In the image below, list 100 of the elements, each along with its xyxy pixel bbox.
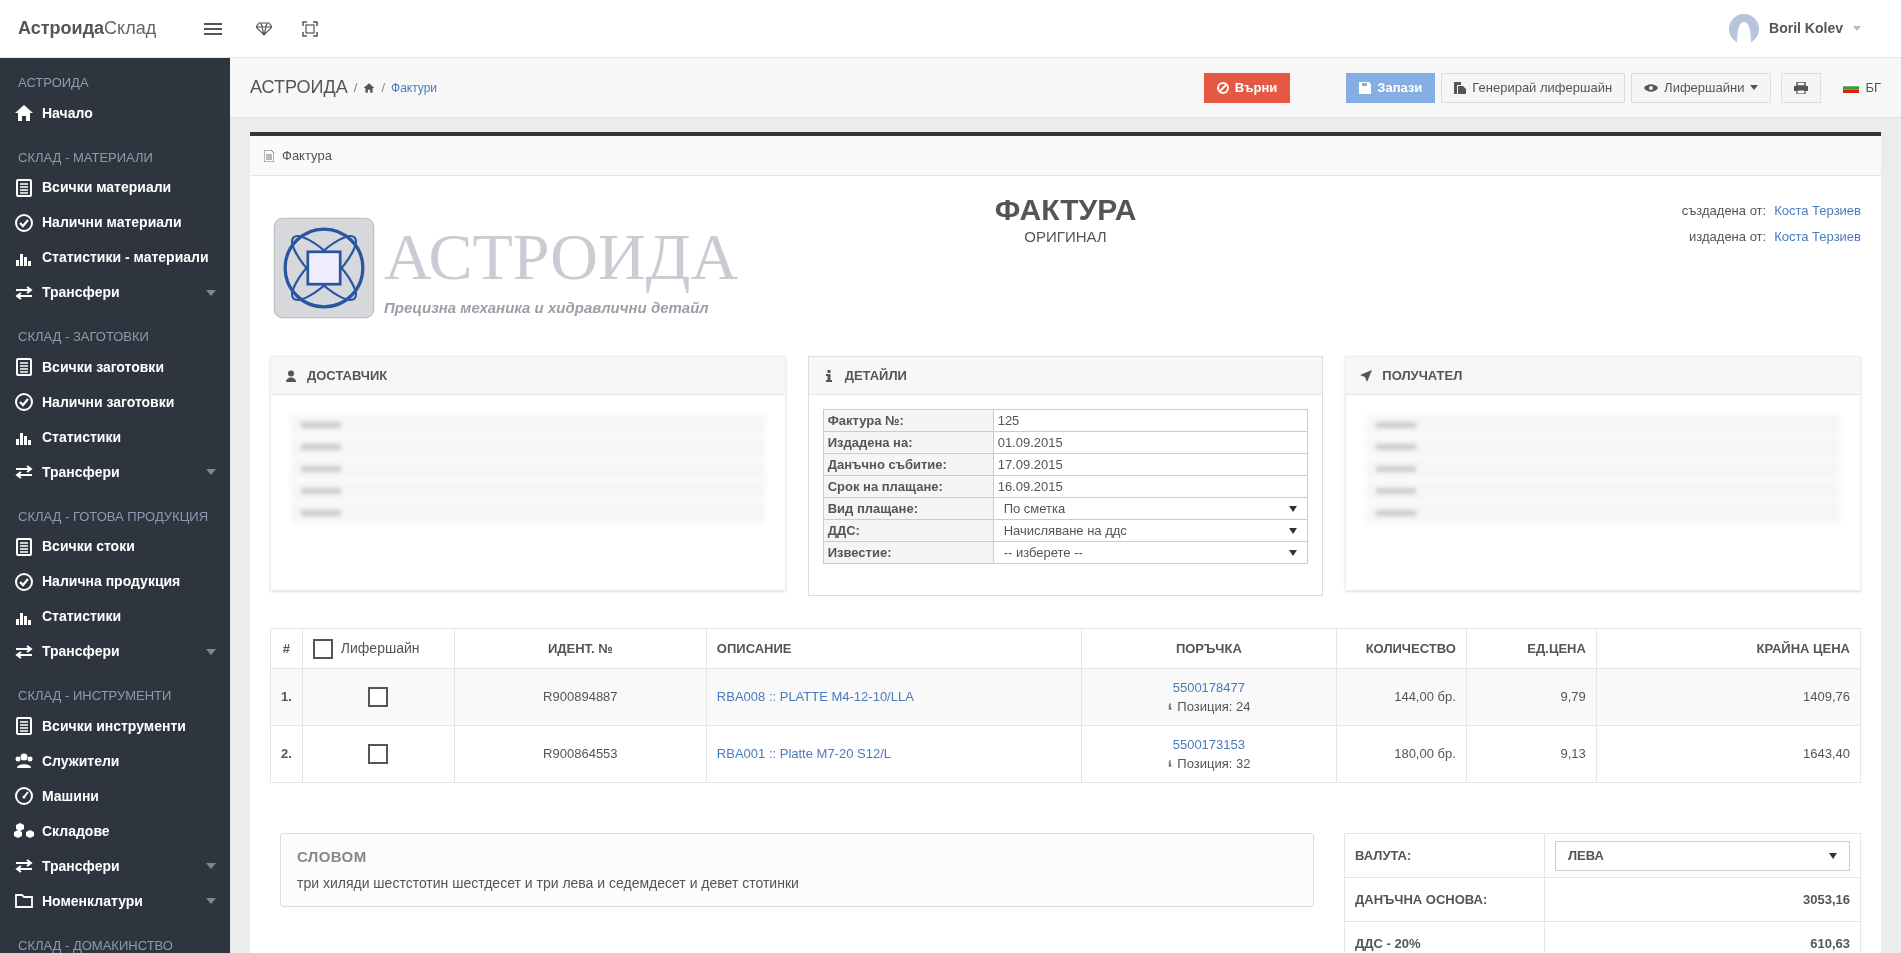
- table-cell: 9,79: [1560, 689, 1586, 705]
- toolbar-button[interactable]: Върни: [1203, 72, 1291, 103]
- sidebar-item[interactable]: Трансфери: [0, 634, 230, 669]
- position-text: Позиция: 32: [1177, 755, 1251, 773]
- sidebar-item[interactable]: Трансфери: [0, 454, 230, 490]
- field-label: ДДС:: [823, 519, 994, 542]
- diamond-icon: [256, 21, 272, 36]
- column-header: Лифершайн: [340, 639, 420, 658]
- gauge-icon: [14, 786, 34, 806]
- panel-title: ДЕТАЙЛИ: [844, 366, 907, 385]
- user-menu[interactable]: Boril Kolev: [1729, 13, 1861, 44]
- column-header: ЕД.ЦЕНА: [1527, 640, 1586, 656]
- row-number: 2.: [281, 746, 292, 762]
- brand-logo[interactable]: АстроидаСклад: [18, 15, 157, 42]
- document-stack-icon: [14, 716, 34, 736]
- toolbar-button[interactable]: Генерирай лифершайн: [1441, 72, 1626, 103]
- check-circle-icon: [14, 392, 34, 412]
- breadcrumb-link[interactable]: АСТРОИДА: [250, 74, 348, 101]
- sidebar-item[interactable]: Налична продукция: [0, 564, 230, 599]
- column-header: КРАЙНА ЦЕНА: [1756, 640, 1850, 656]
- home-icon: [14, 103, 34, 123]
- language-selector[interactable]: БГ: [1843, 77, 1881, 98]
- sidebar-item[interactable]: Всички заготовки: [0, 349, 230, 385]
- field-value: 01.09.2015: [996, 433, 1064, 452]
- sidebar-section-title: СКЛАД - ДОМАКИНСТВО: [17, 936, 174, 953]
- sidebar-item[interactable]: Номенклатури: [0, 883, 230, 919]
- sidebar-item[interactable]: Всички материали: [0, 170, 230, 205]
- card-title: Фактура: [282, 146, 332, 165]
- check-circle-icon: [14, 212, 34, 233]
- field-value: 17.09.2015: [996, 455, 1064, 474]
- panel-title: ПОЛУЧАТЕЛ: [1382, 366, 1463, 385]
- checkbox[interactable]: [368, 687, 389, 708]
- item-link[interactable]: RBA001 :: Platte M7-20 S12/L: [716, 746, 891, 762]
- table-cell: 144,00 бр.: [1394, 689, 1456, 705]
- avatar-icon: [1729, 13, 1760, 44]
- user-link[interactable]: Коста Терзиев: [1774, 226, 1861, 246]
- table-cell: 9,13: [1560, 746, 1586, 762]
- toolbar-button[interactable]: Лифершайни: [1631, 72, 1772, 103]
- info-icon: [1167, 758, 1174, 770]
- table-cell: R900894887: [543, 689, 618, 705]
- sidebar-item[interactable]: Трансфери: [0, 275, 230, 310]
- document-stack-icon: [14, 177, 34, 198]
- item-link[interactable]: RBA008 :: PLATTE M4-12-10/LLA: [716, 689, 914, 705]
- sidebar-section-title: СКЛАД - МАТЕРИАЛИ: [17, 148, 154, 167]
- field-label: Издадена на:: [823, 431, 994, 454]
- sidebar-item[interactable]: Статистики: [0, 419, 230, 455]
- print-button[interactable]: [1781, 72, 1822, 103]
- column-header: ОПИСАНИЕ: [716, 640, 792, 656]
- field-value: 125: [996, 411, 1021, 430]
- amount-in-words: три хиляди шестстотин шестдесет и три лева и седемдесет и девет стотинки: [297, 873, 800, 893]
- user-link[interactable]: Коста Терзиев: [1774, 201, 1861, 221]
- invoice-subtitle: ОРИГИНАЛ: [1024, 227, 1107, 247]
- totals-value: 3053,16: [1803, 891, 1850, 907]
- field-label: Данъчно събитие:: [823, 453, 994, 476]
- column-header: ПОРЪЧКА: [1175, 640, 1242, 656]
- sidebar-item[interactable]: Машини: [0, 778, 230, 814]
- sidebar-item[interactable]: Начало: [0, 95, 230, 131]
- sidebar-item[interactable]: Трансфери: [0, 848, 230, 884]
- sidebar-item[interactable]: Всички стоки: [0, 529, 230, 564]
- document-stack-icon: [14, 536, 34, 557]
- sidebar-item[interactable]: Налични заготовки: [0, 384, 230, 420]
- sidebar-item[interactable]: Складове: [0, 813, 230, 849]
- sidebar-item[interactable]: Статистики - материали: [0, 240, 230, 275]
- sidebar-item[interactable]: Статистики: [0, 599, 230, 634]
- users-icon: [14, 751, 34, 771]
- dropdown-arrow-icon: [1289, 505, 1298, 512]
- checkbox[interactable]: [312, 638, 333, 659]
- table-cell: 180,00 бр.: [1394, 746, 1456, 762]
- currency-select[interactable]: ЛЕВА: [1555, 840, 1850, 871]
- sidebar-item[interactable]: Всички инструменти: [0, 708, 230, 744]
- totals-value: 610,63: [1810, 935, 1850, 951]
- breadcrumb-link[interactable]: Фактури: [391, 78, 438, 97]
- printer-icon: [1794, 81, 1809, 94]
- invoice-title: ФАКТУРА: [994, 194, 1137, 226]
- sidebar-item[interactable]: Служители: [0, 743, 230, 779]
- transfer-arrows-icon: [14, 856, 34, 876]
- field-label: Известие:: [823, 541, 994, 564]
- field-label: Вид плащане:: [823, 497, 994, 520]
- totals-label: ДАНЪЧНА ОСНОВА:: [1355, 891, 1488, 907]
- folder-icon: [14, 891, 34, 911]
- caret-icon: [1750, 85, 1759, 90]
- sidebar-section-title: АСТРОИДА: [17, 74, 90, 92]
- location-arrow-icon: [1360, 369, 1373, 382]
- dropdown-arrow-icon: [1289, 527, 1298, 534]
- field-label: Срок на плащане:: [823, 475, 994, 498]
- meta-label: издадена от:: [1689, 227, 1767, 246]
- sidebar-section-title: СКЛАД - ГОТОВА ПРОДУКЦИЯ: [17, 507, 210, 526]
- sidebar-item[interactable]: Налични материали: [0, 205, 230, 240]
- row-number: 1.: [281, 689, 292, 705]
- breadcrumb-separator: /: [353, 78, 358, 97]
- checkbox[interactable]: [368, 744, 389, 765]
- ban-icon: [1216, 81, 1229, 94]
- document-stack-icon: [14, 357, 34, 377]
- column-header: #: [282, 640, 291, 656]
- caret-icon: [1853, 26, 1861, 31]
- order-link[interactable]: 5500178477: [1091, 677, 1326, 697]
- meta-label: създадена от:: [1681, 202, 1767, 220]
- order-link[interactable]: 5500173153: [1091, 734, 1326, 754]
- transfer-arrows-icon: [14, 462, 34, 482]
- dropdown-arrow-icon: [1829, 852, 1837, 859]
